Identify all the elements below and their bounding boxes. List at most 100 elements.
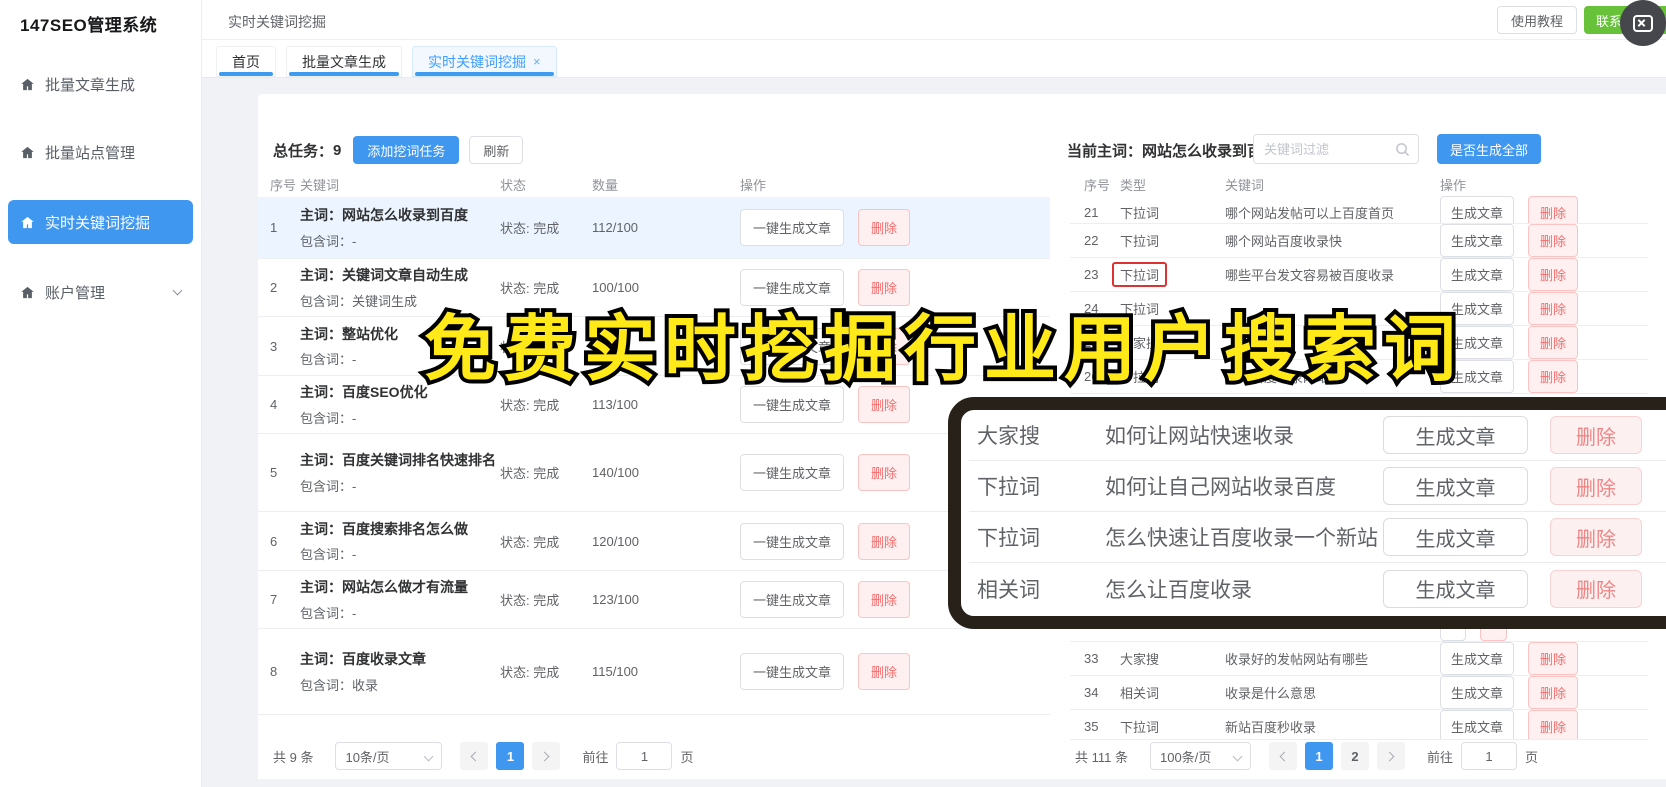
- one-key-generate-button[interactable]: 一键生成文章: [740, 209, 845, 246]
- sidebar-item-实时关键词挖掘[interactable]: 实时关键词挖掘: [8, 200, 193, 244]
- delete-button[interactable]: 删除: [1550, 518, 1642, 556]
- task-table-row[interactable]: 8 主词：百度收录文章 包含词：收录 状态: 完成 115/100 一键生成文章…: [258, 629, 1050, 715]
- delete-button[interactable]: 删除: [1528, 196, 1579, 223]
- brand-logo: 147SEO管理系统: [20, 16, 158, 35]
- generate-article-button[interactable]: 生成文章: [1440, 224, 1515, 257]
- generate-article-button[interactable]: 生成文章: [1440, 196, 1515, 223]
- one-key-generate-button[interactable]: 一键生成文章: [740, 653, 845, 690]
- delete-button[interactable]: 删除: [1528, 360, 1579, 393]
- goto-page-input[interactable]: [616, 742, 673, 770]
- generate-article-button[interactable]: 生成文章: [1383, 518, 1528, 556]
- delete-button[interactable]: 删除: [858, 581, 911, 618]
- keyword-table-row[interactable]: 21 下拉词 哪个网站发帖可以上百度首页 生成文章 删除: [1070, 196, 1648, 224]
- delete-button[interactable]: 删除: [1528, 224, 1579, 257]
- sidebar-item-批量站点管理[interactable]: 批量站点管理: [8, 132, 193, 172]
- page-button-1[interactable]: 1: [496, 742, 525, 770]
- delete-button[interactable]: 删除: [1528, 642, 1579, 675]
- next-page-button[interactable]: [1376, 742, 1405, 770]
- tab-实时关键词挖掘[interactable]: 实时关键词挖掘 ×: [412, 46, 557, 77]
- delete-button[interactable]: 删除: [858, 209, 911, 246]
- task-keyword: 主词：百度搜索排名怎么做: [300, 520, 468, 537]
- keyword-type: 下拉词: [1112, 262, 1168, 287]
- keyword-text: 怎么让百度收录: [1105, 578, 1252, 602]
- next-page-button[interactable]: [532, 742, 561, 770]
- task-keyword: 主词：百度关键词排名快速排名: [300, 452, 496, 469]
- generate-article-button[interactable]: 生成文章: [1440, 710, 1515, 739]
- delete-button[interactable]: 删除: [1528, 258, 1579, 291]
- sidebar-item-账户管理[interactable]: 账户管理: [8, 272, 193, 312]
- page-unit-label: 页: [1525, 749, 1539, 765]
- callout-row: 大家搜 如何让网站快速收录 生成文章 删除: [969, 410, 1666, 461]
- col-keyword: 关键词: [1225, 178, 1265, 193]
- goto-label: 前往: [1426, 749, 1453, 765]
- keyword-type: 下拉词: [1120, 720, 1160, 735]
- generate-article-button[interactable]: 生成文章: [1383, 569, 1528, 608]
- col-keyword: 关键词: [300, 178, 340, 193]
- task-table-row[interactable]: 5 主词：百度关键词排名快速排名 包含词：- 状态: 完成 140/100 一键…: [258, 434, 1050, 512]
- one-key-generate-button[interactable]: 一键生成文章: [740, 581, 845, 618]
- tab-批量文章生成[interactable]: 批量文章生成: [286, 46, 402, 77]
- delete-button[interactable]: 删除: [1550, 569, 1642, 608]
- tab-首页[interactable]: 首页: [216, 46, 276, 77]
- task-table-row[interactable]: 1 主词：网站怎么收录到百度 包含词：- 状态: 完成 112/100 一键生成…: [258, 197, 1050, 259]
- delete-button[interactable]: 删除: [1528, 326, 1579, 359]
- keyword-text: 怎么快速让百度收录一个新站: [1105, 527, 1378, 550]
- refresh-button[interactable]: 刷新: [469, 136, 524, 164]
- task-table-row[interactable]: 7 主词：网站怎么做才有流量 包含词：- 状态: 完成 123/100 一键生成…: [258, 571, 1050, 629]
- home-icon: [21, 286, 34, 298]
- page-numbers: 1: [488, 742, 525, 770]
- keyword-filter-input[interactable]: [1254, 135, 1418, 163]
- row-index: 4: [270, 397, 278, 412]
- row-index: 2: [270, 280, 278, 295]
- close-icon[interactable]: ×: [533, 54, 541, 69]
- delete-button[interactable]: 删除: [1528, 676, 1579, 709]
- one-key-generate-button[interactable]: 一键生成文章: [740, 454, 845, 491]
- generate-article-button[interactable]: 生成文章: [1440, 642, 1515, 675]
- sidebar-item-批量文章生成[interactable]: 批量文章生成: [8, 64, 193, 104]
- keyword-text: 如何让网站快速收录: [1105, 425, 1294, 448]
- page-size-select[interactable]: 10条/页: [335, 742, 443, 770]
- page-size-select[interactable]: 100条/页: [1149, 742, 1251, 770]
- delete-button[interactable]: 删除: [1550, 416, 1642, 454]
- arrow-right-icon: [1384, 751, 1395, 761]
- delete-button[interactable]: 删除: [1528, 292, 1579, 325]
- task-quantity: 120/100: [592, 533, 639, 549]
- delete-button[interactable]: 删除: [858, 454, 911, 491]
- tasks-table-body: 1 主词：网站怎么收录到百度 包含词：- 状态: 完成 112/100 一键生成…: [258, 197, 1050, 715]
- keyword-table-row[interactable]: 23 下拉词 哪些平台发文容易被百度收录 生成文章 删除: [1070, 258, 1648, 292]
- page-button-1[interactable]: 1: [1304, 742, 1333, 770]
- generate-article-button[interactable]: 生成文章: [1440, 258, 1515, 291]
- row-index: 34: [1084, 685, 1099, 700]
- prev-page-button[interactable]: [1268, 742, 1297, 770]
- generate-article-button[interactable]: 生成文章: [1440, 676, 1515, 709]
- total-count-text: 共 9 条: [273, 749, 314, 765]
- delete-button[interactable]: 删除: [858, 653, 911, 690]
- callout-row: 相关词 怎么让百度收录 生成文章 删除: [969, 563, 1666, 614]
- goto-page-input[interactable]: [1461, 742, 1517, 770]
- generate-article-button[interactable]: 生成文章: [1383, 467, 1528, 505]
- delete-button[interactable]: .: [1479, 628, 1508, 641]
- delete-button[interactable]: 删除: [1528, 710, 1579, 739]
- add-task-button[interactable]: 添加挖词任务: [353, 136, 460, 164]
- task-include-words: 包含词：-: [300, 478, 357, 494]
- keywords-pagination: 共 111 条 100条/页 12 前往 页: [1075, 742, 1538, 770]
- keyword-table-row[interactable]: 35 下拉词 新站百度秒收录 生成文章 删除: [1070, 710, 1648, 740]
- keyword-table-row[interactable]: 33 大家搜 收录好的发帖网站有哪些 生成文章 删除: [1070, 642, 1648, 676]
- keyword-table-row[interactable]: 22 下拉词 哪个网站百度收录快 生成文章 删除: [1070, 224, 1648, 258]
- prev-page-button[interactable]: [460, 742, 489, 770]
- keyword-text: 收录好的发帖网站有哪些: [1225, 652, 1369, 667]
- keyword-text: 收录是什么意思: [1225, 686, 1317, 701]
- generate-article-button[interactable]: 生成文章: [1383, 416, 1528, 454]
- help-button[interactable]: 使用教程: [1496, 6, 1577, 34]
- floating-close-widget[interactable]: [1620, 0, 1666, 46]
- generate-all-button[interactable]: 是否生成全部: [1437, 134, 1541, 164]
- one-key-generate-button[interactable]: 一键生成文章: [740, 522, 845, 560]
- page-unit-label: 页: [680, 749, 694, 765]
- delete-button[interactable]: 删除: [858, 522, 911, 560]
- page-button-2[interactable]: 2: [1340, 742, 1369, 770]
- keyword-table-row[interactable]: 34 相关词 收录是什么意思 生成文章 删除: [1070, 676, 1648, 710]
- row-index: 22: [1084, 233, 1099, 248]
- generate-article-button[interactable]: .: [1440, 628, 1466, 641]
- task-table-row[interactable]: 6 主词：百度搜索排名怎么做 包含词：- 状态: 完成 120/100 一键生成…: [258, 512, 1050, 571]
- delete-button[interactable]: 删除: [1550, 467, 1642, 505]
